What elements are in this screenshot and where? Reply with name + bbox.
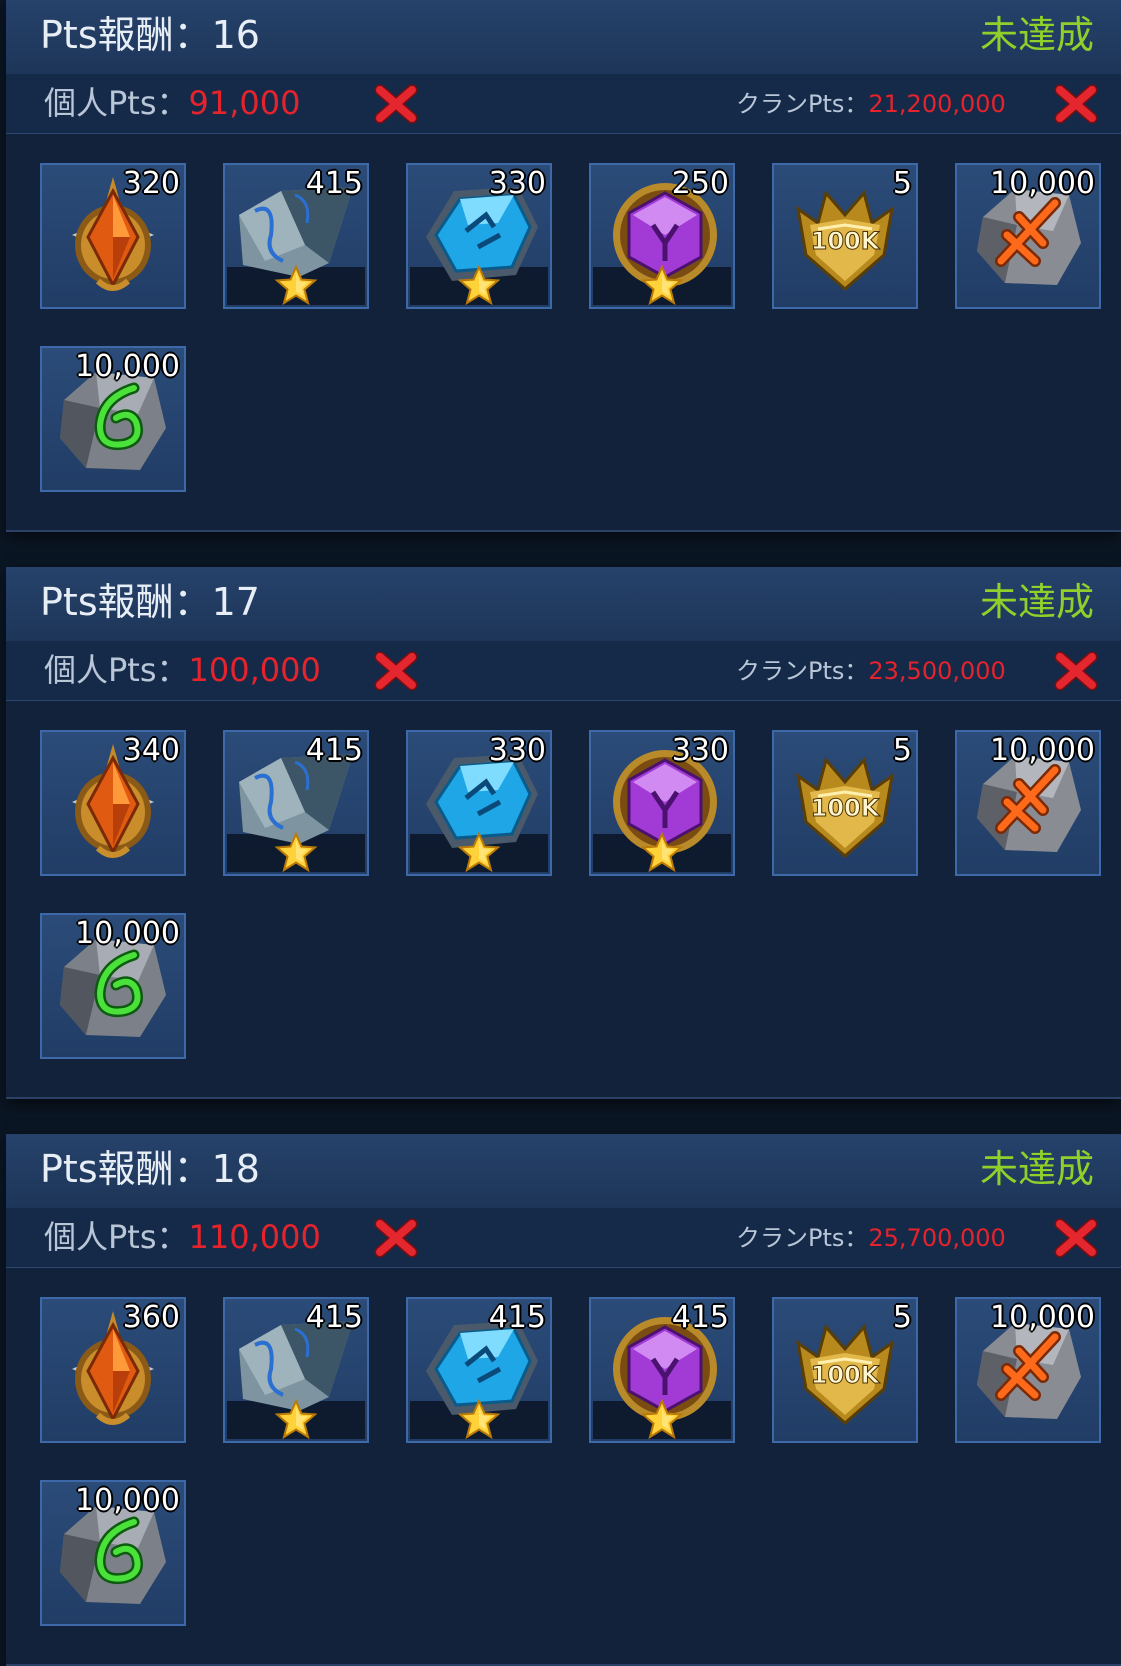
not-met-cross-icon [1054, 84, 1098, 124]
item-quantity: 5 [892, 166, 912, 201]
clan-pts-label: クランPts： [736, 1224, 869, 1252]
clan-pts-value: 23,500,000 [868, 657, 1006, 685]
star-icon [457, 264, 501, 306]
item-quantity: 10,000 [75, 1483, 180, 1518]
reward-panel: Pts報酬：17 未達成個人Pts：100,000 クランPts：23,500,00… [6, 567, 1121, 1099]
item-quantity: 330 [488, 733, 546, 768]
item-quantity: 415 [671, 1300, 729, 1335]
clan-pts-value: 21,200,000 [868, 90, 1006, 118]
personal-pts-value: 110,000 [188, 1218, 321, 1256]
clan-pts-label: クランPts： [736, 657, 869, 685]
item-badge-text: 100K [811, 1361, 881, 1389]
personal-pts-value: 91,000 [188, 84, 301, 122]
reward-item-gold-100k-crest[interactable]: 100K 5 [772, 163, 918, 309]
reward-item-grey-stone-shard[interactable]: 415 [223, 1297, 369, 1443]
reward-items-grid: 340 415 330 330 100K 5 10,000 10,000 [6, 700, 1121, 1095]
item-quantity: 415 [305, 166, 363, 201]
item-quantity: 340 [122, 733, 180, 768]
item-quantity: 320 [122, 166, 180, 201]
item-badge-text: 100K [811, 227, 881, 255]
star-icon [274, 831, 318, 873]
clan-pts-requirement: クランPts：21,200,000 [736, 88, 1006, 120]
reward-item-grey-stone-shard[interactable]: 415 [223, 163, 369, 309]
item-quantity: 5 [892, 1300, 912, 1335]
reward-panel: Pts報酬：16 未達成個人Pts：91,000 クランPts：21,200,000… [6, 0, 1121, 532]
reward-tier-title: Pts報酬：16 [40, 13, 260, 57]
star-icon [640, 831, 684, 873]
item-quantity: 415 [488, 1300, 546, 1335]
reward-tier-title: Pts報酬：17 [40, 580, 260, 624]
reward-item-orange-gem-emblem[interactable]: 320 [40, 163, 186, 309]
reward-item-gold-100k-crest[interactable]: 100K 5 [772, 1297, 918, 1443]
reward-item-orange-rune-stone[interactable]: 10,000 [955, 163, 1101, 309]
requirement-row: 個人Pts：100,000 クランPts：23,500,000 [6, 641, 1121, 701]
not-met-cross-icon [374, 651, 418, 691]
clan-pts-value: 25,700,000 [868, 1224, 1006, 1252]
reward-item-orange-rune-stone[interactable]: 10,000 [955, 730, 1101, 876]
personal-pts-value: 100,000 [188, 651, 321, 689]
personal-pts-label: 個人Pts： [44, 651, 189, 689]
status-label: 未達成 [979, 13, 1094, 57]
star-icon [274, 1398, 318, 1440]
not-met-cross-icon [1054, 651, 1098, 691]
reward-tier-title: Pts報酬：18 [40, 1147, 260, 1191]
status-label: 未達成 [979, 580, 1094, 624]
personal-pts-requirement: 個人Pts：100,000 [44, 649, 321, 691]
star-icon [274, 264, 318, 306]
star-icon [457, 1398, 501, 1440]
reward-item-purple-rune-medallion[interactable]: 415 [589, 1297, 735, 1443]
reward-list: Pts報酬：16 未達成 個人Pts：91,000 クランPts：21,200,000… [0, 0, 1121, 1666]
panel-header: Pts報酬：17 未達成 [6, 567, 1121, 642]
reward-item-green-rune-stone[interactable]: 10,000 [40, 1480, 186, 1626]
clan-pts-requirement: クランPts：23,500,000 [736, 655, 1006, 687]
item-quantity: 10,000 [990, 166, 1095, 201]
reward-item-blue-crystal-rune[interactable]: 330 [406, 163, 552, 309]
requirement-row: 個人Pts：110,000 クランPts：25,700,000 [6, 1208, 1121, 1268]
reward-item-blue-crystal-rune[interactable]: 415 [406, 1297, 552, 1443]
reward-item-orange-gem-emblem[interactable]: 360 [40, 1297, 186, 1443]
star-icon [640, 1398, 684, 1440]
personal-pts-label: 個人Pts： [44, 84, 189, 122]
reward-item-purple-rune-medallion[interactable]: 250 [589, 163, 735, 309]
reward-panel: Pts報酬：18 未達成個人Pts：110,000 クランPts：25,700,00… [6, 1134, 1121, 1666]
reward-item-orange-rune-stone[interactable]: 10,000 [955, 1297, 1101, 1443]
item-quantity: 360 [122, 1300, 180, 1335]
reward-item-orange-gem-emblem[interactable]: 340 [40, 730, 186, 876]
not-met-cross-icon [1054, 1218, 1098, 1258]
requirement-row: 個人Pts：91,000 クランPts：21,200,000 [6, 74, 1121, 134]
reward-item-grey-stone-shard[interactable]: 415 [223, 730, 369, 876]
item-quantity: 10,000 [990, 1300, 1095, 1335]
clan-pts-label: クランPts： [736, 90, 869, 118]
personal-pts-label: 個人Pts： [44, 1218, 189, 1256]
item-quantity: 415 [305, 1300, 363, 1335]
reward-item-green-rune-stone[interactable]: 10,000 [40, 913, 186, 1059]
status-label: 未達成 [979, 1147, 1094, 1191]
clan-pts-requirement: クランPts：25,700,000 [736, 1222, 1006, 1254]
item-quantity: 330 [671, 733, 729, 768]
not-met-cross-icon [374, 84, 418, 124]
item-quantity: 10,000 [990, 733, 1095, 768]
reward-item-blue-crystal-rune[interactable]: 330 [406, 730, 552, 876]
panel-header: Pts報酬：18 未達成 [6, 1134, 1121, 1209]
item-quantity: 10,000 [75, 916, 180, 951]
item-quantity: 250 [671, 166, 729, 201]
reward-items-grid: 360 415 415 415 100K 5 10,000 10,000 [6, 1267, 1121, 1662]
reward-item-green-rune-stone[interactable]: 10,000 [40, 346, 186, 492]
personal-pts-requirement: 個人Pts：91,000 [44, 82, 301, 124]
star-icon [457, 831, 501, 873]
reward-items-grid: 320 415 330 250 100K 5 10,000 10,000 [6, 133, 1121, 528]
item-quantity: 5 [892, 733, 912, 768]
personal-pts-requirement: 個人Pts：110,000 [44, 1216, 321, 1258]
item-quantity: 10,000 [75, 349, 180, 384]
item-badge-text: 100K [811, 794, 881, 822]
not-met-cross-icon [374, 1218, 418, 1258]
reward-item-purple-rune-medallion[interactable]: 330 [589, 730, 735, 876]
panel-header: Pts報酬：16 未達成 [6, 0, 1121, 75]
star-icon [640, 264, 684, 306]
item-quantity: 330 [488, 166, 546, 201]
reward-item-gold-100k-crest[interactable]: 100K 5 [772, 730, 918, 876]
item-quantity: 415 [305, 733, 363, 768]
